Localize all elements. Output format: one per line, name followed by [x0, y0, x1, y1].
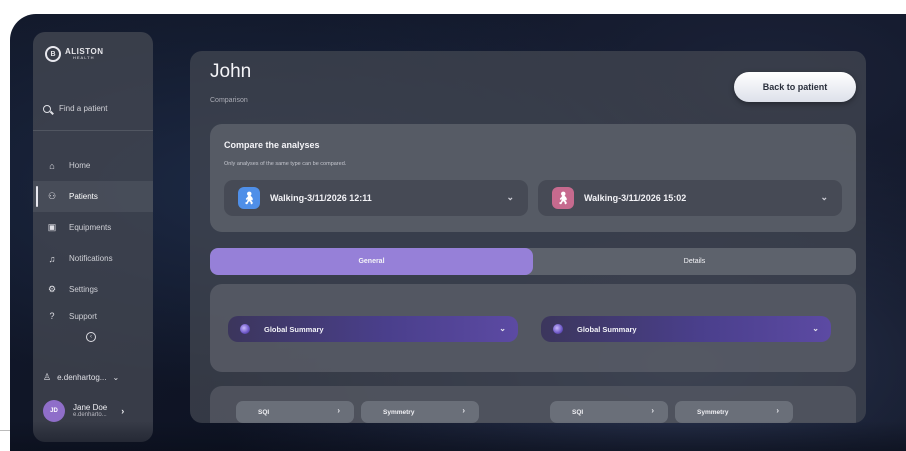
patients-icon: ⚇ — [47, 191, 57, 201]
equipment-icon: ▣ — [47, 222, 57, 232]
metric-sqi-right[interactable]: SQI › — [550, 401, 668, 423]
metric-label: Symmetry — [383, 408, 415, 416]
sidebar-item-settings[interactable]: ⚙ Settings — [33, 274, 153, 305]
home-icon: ⌂ — [49, 160, 55, 171]
sidebar-item-label: Home — [69, 161, 91, 170]
compare-analyses-card: Compare the analyses Only analyses of th… — [210, 124, 856, 232]
app-background: B ALISTON HEALTH Find a patient ⌂ Home ⚇… — [10, 14, 906, 451]
sidebar: B ALISTON HEALTH Find a patient ⌂ Home ⚇… — [33, 32, 153, 442]
analysis-select-left[interactable]: 🚶︎ Walking-3/11/2026 12:11 ⌄ — [224, 180, 528, 216]
search-icon — [43, 104, 51, 113]
account-label: e.denhartog... — [57, 373, 107, 382]
analysis-right-label: Walking-3/11/2026 15:02 — [584, 193, 687, 203]
collapse-sidebar-button[interactable]: ‹ — [86, 332, 96, 342]
main-panel: John Comparison Back to patient Compare … — [190, 51, 866, 423]
find-patient-search[interactable]: Find a patient — [43, 104, 107, 113]
logo-sub: HEALTH — [73, 55, 95, 60]
walking-icon: 🚶︎ — [552, 187, 574, 209]
chevron-right-icon: › — [776, 406, 779, 415]
view-tabs: General Details — [210, 248, 856, 275]
search-label: Find a patient — [59, 104, 108, 113]
sidebar-item-label: Support — [69, 311, 98, 321]
summary-left-label: Global Summary — [264, 324, 324, 334]
user-name: Jane Doe — [73, 402, 108, 412]
compare-title: Compare the analyses — [224, 140, 320, 150]
chevron-down-icon: ⌄ — [820, 192, 828, 202]
metric-symmetry-right[interactable]: Symmetry › — [675, 401, 793, 423]
sidebar-item-label: Notifications — [69, 254, 113, 263]
back-to-patient-button[interactable]: Back to patient — [734, 72, 856, 102]
summary-icon — [240, 324, 250, 334]
chevron-right-icon: › — [651, 406, 654, 415]
metric-symmetry-left[interactable]: Symmetry › — [361, 401, 479, 423]
metric-label: SQI — [258, 408, 270, 416]
sidebar-item-notifications[interactable]: ♫ Notifications — [33, 243, 153, 274]
chevron-down-icon: ⌄ — [112, 373, 120, 382]
analysis-left-label: Walking-3/11/2026 12:11 — [270, 193, 372, 203]
account-menu[interactable]: ♙ e.denhartog... ⌄ — [43, 372, 119, 383]
logo-mark: B — [45, 46, 61, 62]
chevron-down-icon: ⌄ — [499, 324, 506, 333]
summary-right-label: Global Summary — [577, 324, 637, 334]
user-email: e.denharto... — [73, 412, 107, 419]
logo[interactable]: B ALISTON HEALTH — [45, 46, 103, 62]
global-summary-left[interactable]: Global Summary ⌄ — [228, 316, 518, 342]
summary-card: Global Summary ⌄ Global Summary ⌄ — [210, 284, 856, 372]
chevron-right-icon: › — [462, 406, 465, 415]
analysis-select-right[interactable]: 🚶︎ Walking-3/11/2026 15:02 ⌄ — [538, 180, 842, 216]
sidebar-item-label: Settings — [69, 285, 98, 294]
metric-label: Symmetry — [697, 408, 729, 416]
bell-icon: ♫ — [48, 253, 56, 264]
bottom-fade — [10, 421, 906, 451]
metric-label: SQI — [572, 408, 584, 416]
chevron-down-icon: ⌄ — [812, 324, 819, 333]
chevron-right-icon: › — [337, 406, 340, 415]
metric-sqi-left[interactable]: SQI › — [236, 401, 354, 423]
summary-icon — [553, 324, 563, 334]
page-title: John — [210, 61, 252, 82]
tab-details[interactable]: Details — [533, 248, 856, 275]
gear-icon: ⚙ — [47, 284, 57, 294]
sidebar-item-label: Equipments — [69, 223, 112, 232]
sidebar-item-equipments[interactable]: ▣ Equipments — [33, 212, 153, 243]
sidebar-item-home[interactable]: ⌂ Home — [33, 150, 153, 181]
metrics-card: SQI › Symmetry › SQI › Symmetry › — [210, 386, 856, 423]
sidebar-nav: ⌂ Home ⚇ Patients ▣ Equipments ♫ Notific… — [33, 150, 153, 327]
sidebar-item-patients[interactable]: ⚇ Patients — [33, 181, 153, 212]
chevron-down-icon: ⌄ — [506, 192, 514, 202]
sidebar-divider — [33, 130, 153, 131]
sidebar-item-label: Patients — [69, 192, 98, 201]
global-summary-right[interactable]: Global Summary ⌄ — [541, 316, 831, 342]
user-profile-card[interactable]: JD Jane Doe e.denharto... › — [43, 400, 124, 422]
page-subtitle: Comparison — [210, 97, 248, 104]
sidebar-item-support[interactable]: ? Support — [33, 305, 153, 327]
compare-subtitle: Only analyses of the same type can be co… — [224, 161, 347, 167]
tab-general[interactable]: General — [210, 248, 533, 275]
avatar: JD — [43, 400, 65, 422]
user-icon: ♙ — [43, 372, 52, 382]
chevron-right-icon: › — [121, 406, 125, 416]
help-icon: ? — [49, 311, 55, 321]
walking-icon: 🚶︎ — [238, 187, 260, 209]
